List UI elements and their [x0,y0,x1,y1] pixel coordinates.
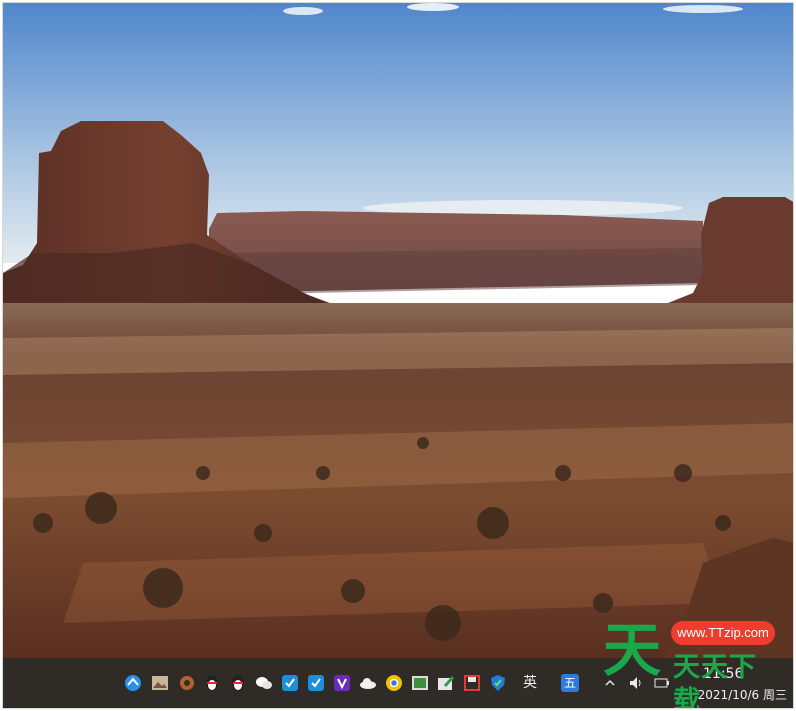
app-green-icon[interactable] [307,674,325,692]
ime-language-indicator[interactable]: 英 [521,674,539,692]
edit-tool-icon[interactable] [437,674,455,692]
image-viewer-icon[interactable] [151,674,169,692]
cloud-icon[interactable] [359,674,377,692]
wallpaper-monument-valley [3,3,793,658]
save-disk-icon[interactable] [463,674,481,692]
chrome-icon[interactable] [385,674,403,692]
watermark-brand: 天天下载 [673,652,757,709]
security-shield-icon[interactable] [489,674,507,692]
app-green-icon[interactable] [281,674,299,692]
desktop: 英 五 11:56 2021/10/6 周三 天 www.TTzip.com 天… [2,2,794,709]
cloud [663,5,743,13]
qq-penguin-icon[interactable] [229,674,247,692]
ime-mode-indicator[interactable]: 五 [561,674,579,692]
wechat-icon[interactable] [255,674,273,692]
settings-gear-icon[interactable] [178,674,196,692]
cloud [407,3,459,11]
browser-icon[interactable] [124,674,142,692]
purple-v-icon[interactable] [333,674,351,692]
watermark-logo: 天 www.TTzip.com 天天下载 [603,615,783,708]
watermark-url: www.TTzip.com [671,621,775,645]
qq-penguin-icon[interactable] [203,674,221,692]
cloud [283,7,323,15]
watermark-big-char: 天 [603,616,662,684]
photo-icon[interactable] [411,674,429,692]
